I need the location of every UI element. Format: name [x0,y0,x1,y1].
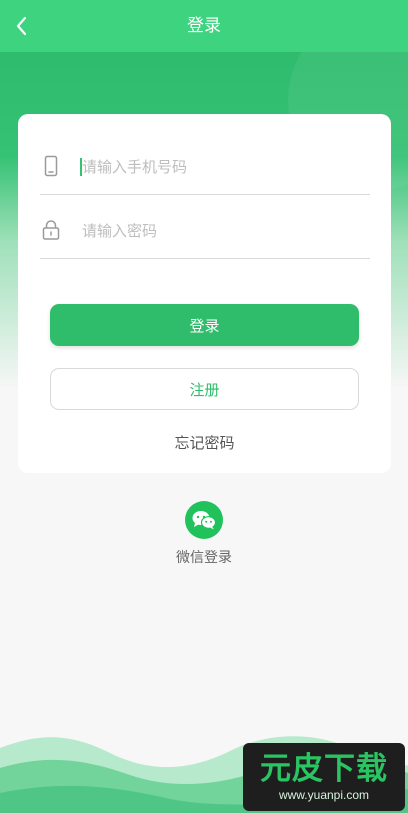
wechat-bubbles-icon [192,511,217,530]
wechat-login[interactable]: 微信登录 [164,501,244,567]
login-button[interactable]: 登录 [50,304,359,346]
watermark-brand: 元皮下载 [260,751,388,787]
top-bar: 登录 [0,0,408,52]
password-input[interactable] [82,212,362,250]
phone-icon [44,155,58,177]
page-title: 登录 [187,16,221,36]
login-card: 登录 注册 忘记密码 [18,114,391,473]
forgot-password-link[interactable]: 忘记密码 [18,432,391,453]
wechat-login-label: 微信登录 [176,550,232,566]
phone-field [40,140,370,195]
watermark-url: www.yuanpi.com [278,788,370,802]
site-watermark: 元皮下载 www.yuanpi.com [243,743,405,811]
phone-input[interactable] [82,148,362,186]
lock-icon [42,220,60,240]
wechat-icon[interactable] [185,501,223,539]
register-button[interactable]: 注册 [50,368,359,410]
password-field [40,204,370,259]
